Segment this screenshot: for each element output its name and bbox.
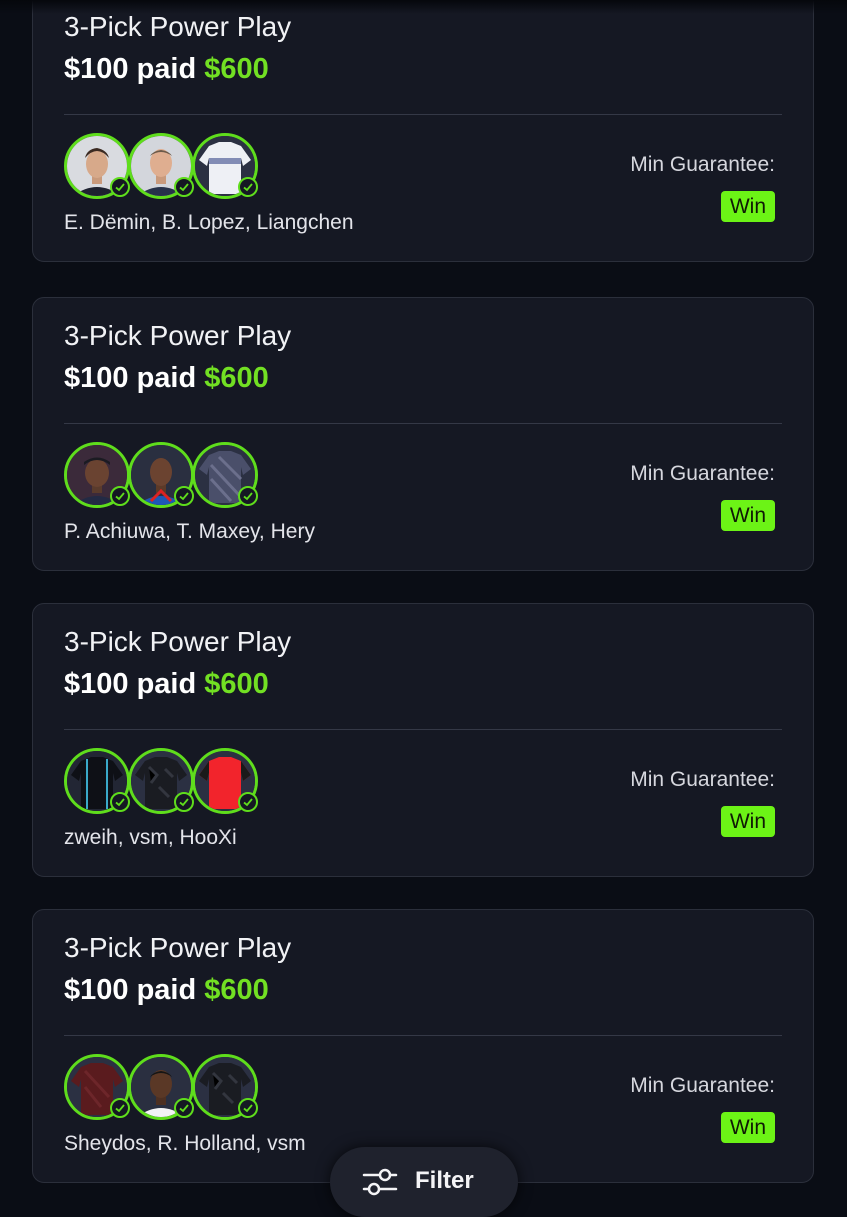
entry-card[interactable]: 3-Pick Power Play $100 paid $600 zweih, … <box>32 603 814 877</box>
checkmark-icon <box>238 486 258 506</box>
entry-card[interactable]: 3-Pick Power Play $100 paid $600 P. Achi… <box>32 297 814 571</box>
win-badge: Win <box>720 806 775 837</box>
player-names: P. Achiuwa, T. Maxey, Hery <box>64 520 315 543</box>
player-names: Sheydos, R. Holland, vsm <box>64 1132 306 1155</box>
entry-title: 3-Pick Power Play <box>64 626 292 657</box>
pick-avatars <box>64 442 264 512</box>
entry-title: 3-Pick Power Play <box>64 11 292 42</box>
checkmark-icon <box>174 1098 194 1118</box>
divider <box>64 1035 782 1036</box>
filter-button[interactable]: Filter <box>330 1147 518 1217</box>
player-names: zweih, vsm, HooXi <box>64 826 237 849</box>
paid-amount: $100 paid <box>64 668 197 700</box>
min-guarantee-label: Min Guarantee: <box>630 153 775 176</box>
paid-amount: $100 paid <box>64 362 197 394</box>
entry-paid: $100 paid $600 <box>64 668 269 701</box>
checkmark-icon <box>174 486 194 506</box>
checkmark-icon <box>110 1098 130 1118</box>
entry-card[interactable]: 3-Pick Power Play $100 paid $600 E. Dëmi… <box>32 0 814 262</box>
checkmark-icon <box>174 177 194 197</box>
pick-avatars <box>64 133 264 203</box>
min-guarantee-label: Min Guarantee: <box>630 768 775 791</box>
payout-amount: $600 <box>204 362 269 394</box>
checkmark-icon <box>238 177 258 197</box>
checkmark-icon <box>238 792 258 812</box>
payout-amount: $600 <box>204 668 269 700</box>
payout-amount: $600 <box>204 53 269 85</box>
entry-title: 3-Pick Power Play <box>64 320 292 351</box>
player-names: E. Dëmin, B. Lopez, Liangchen <box>64 211 354 234</box>
win-badge: Win <box>720 500 775 531</box>
divider <box>64 423 782 424</box>
checkmark-icon <box>110 177 130 197</box>
pick-avatars <box>64 1054 264 1124</box>
entry-paid: $100 paid $600 <box>64 362 269 395</box>
entry-paid: $100 paid $600 <box>64 974 269 1007</box>
entry-paid: $100 paid $600 <box>64 53 269 86</box>
entry-title: 3-Pick Power Play <box>64 932 292 963</box>
payout-amount: $600 <box>204 974 269 1006</box>
checkmark-icon <box>110 486 130 506</box>
paid-amount: $100 paid <box>64 53 197 85</box>
checkmark-icon <box>110 792 130 812</box>
filter-label: Filter <box>415 1167 474 1194</box>
paid-amount: $100 paid <box>64 974 197 1006</box>
checkmark-icon <box>174 792 194 812</box>
sliders-icon <box>362 1167 398 1202</box>
win-badge: Win <box>720 191 775 222</box>
min-guarantee-label: Min Guarantee: <box>630 462 775 485</box>
min-guarantee-label: Min Guarantee: <box>630 1074 775 1097</box>
top-fade <box>0 0 847 14</box>
win-badge: Win <box>720 1112 775 1143</box>
checkmark-icon <box>238 1098 258 1118</box>
pick-avatars <box>64 748 264 818</box>
divider <box>64 729 782 730</box>
divider <box>64 114 782 115</box>
entry-card[interactable]: 3-Pick Power Play $100 paid $600 Sheydos… <box>32 909 814 1183</box>
